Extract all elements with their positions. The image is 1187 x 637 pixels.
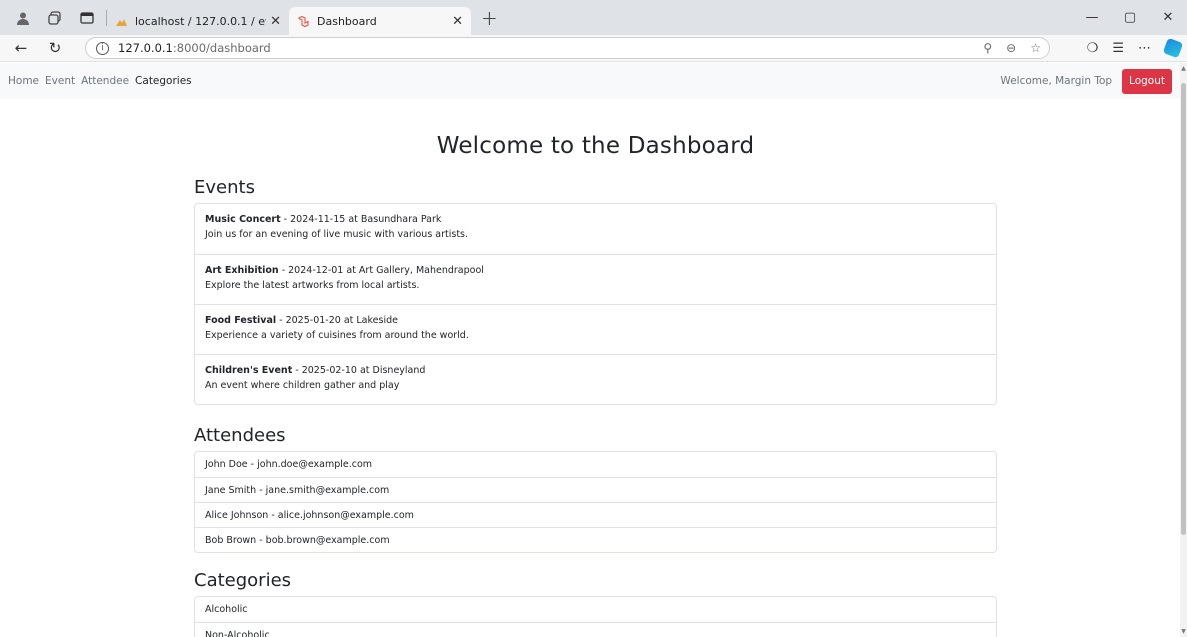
main-container: Welcome to the Dashboard Events Music Co… xyxy=(194,133,997,637)
attendees-list: John Doe - john.doe@example.com Jane Smi… xyxy=(194,451,997,553)
nav-link-attendee[interactable]: Attendee xyxy=(81,75,129,87)
event-name: Music Concert xyxy=(205,214,281,225)
tab-title: Dashboard xyxy=(317,14,377,28)
site-navbar: Home Event Attendee Categories Welcome, … xyxy=(0,63,1180,99)
attendees-heading: Attendees xyxy=(194,425,286,446)
nav-link-categories[interactable]: Categories xyxy=(135,75,192,87)
refresh-icon[interactable]: ↻ xyxy=(42,39,68,57)
window-controls: — ▢ ✕ xyxy=(1073,0,1187,35)
more-icon[interactable]: ⋯ xyxy=(1138,41,1151,56)
event-meta: - 2024-11-15 at Basundhara Park xyxy=(280,214,442,225)
list-item: Children's Event - 2025-02-10 at Disneyl… xyxy=(195,354,996,404)
list-item: Music Concert - 2024-11-15 at Basundhara… xyxy=(195,204,996,254)
close-tab-icon[interactable]: ✕ xyxy=(452,14,463,29)
events-section: Events Music Concert - 2024-11-15 at Bas… xyxy=(194,177,997,405)
profile-icon[interactable] xyxy=(14,9,32,27)
tab-dashboard[interactable]: Dashboard ✕ xyxy=(289,7,471,35)
event-meta: - 2024-12-01 at Art Gallery, Mahendrapoo… xyxy=(278,265,484,276)
minimize-icon[interactable]: — xyxy=(1073,0,1111,35)
laravel-icon xyxy=(298,15,309,27)
scroll-up-icon[interactable]: ▲ xyxy=(1180,65,1187,72)
events-heading: Events xyxy=(194,177,255,198)
favorites-icon[interactable]: ☰ xyxy=(1112,41,1124,56)
page-scrollbar[interactable]: ▲ ▼ xyxy=(1180,63,1187,637)
list-item: Food Festival - 2025-01-20 at Lakeside E… xyxy=(195,304,996,354)
welcome-text: Welcome, Margin Top xyxy=(1000,75,1113,87)
nav-link-event[interactable]: Event xyxy=(45,75,75,87)
event-description: Join us for an evening of live music wit… xyxy=(205,229,469,240)
back-icon[interactable]: ← xyxy=(8,39,34,57)
list-item: Alcoholic xyxy=(205,604,248,615)
workspaces-icon[interactable] xyxy=(46,9,64,27)
zoom-icon[interactable]: ⊖ xyxy=(1006,41,1016,55)
categories-section: Categories Alcoholic Non-Alcoholic xyxy=(194,570,997,637)
restore-icon[interactable]: ▢ xyxy=(1111,0,1149,35)
site-info-icon[interactable]: i xyxy=(96,41,109,55)
tab-title: localhost / 127.0.0.1 / event / atte xyxy=(135,14,266,28)
nav-link-home[interactable]: Home xyxy=(8,75,39,87)
list-item: Alice Johnson - alice.johnson@example.co… xyxy=(195,502,996,527)
phpmyadmin-icon xyxy=(116,18,127,26)
url-field[interactable]: i 127.0.0.1:8000/dashboard ⚲ ⊖ ☆ xyxy=(85,37,1050,59)
event-meta: - 2025-01-20 at Lakeside xyxy=(276,315,398,326)
categories-heading: Categories xyxy=(194,570,292,591)
tab-phpmyadmin[interactable]: localhost / 127.0.0.1 / event / atte ✕ xyxy=(107,7,289,35)
event-description: An event where children gather and play xyxy=(205,380,400,391)
attendees-section: Attendees John Doe - john.doe@example.co… xyxy=(194,425,997,553)
event-name: Art Exhibition xyxy=(205,265,279,276)
event-name: Children's Event xyxy=(205,365,293,376)
events-list: Music Concert - 2024-11-15 at Basundhara… xyxy=(194,203,997,405)
scrollbar-thumb[interactable] xyxy=(1181,83,1186,535)
list-item: John Doe - john.doe@example.com xyxy=(205,459,373,470)
page-viewport: Home Event Attendee Categories Welcome, … xyxy=(0,63,1180,637)
page-title: Welcome to the Dashboard xyxy=(436,133,755,159)
event-description: Explore the latest artworks from local a… xyxy=(205,280,420,291)
new-tab-button[interactable]: + xyxy=(481,6,498,30)
extensions-icon[interactable]: ❍ xyxy=(1087,41,1099,56)
vertical-tabs-icon[interactable] xyxy=(78,9,96,27)
event-name: Food Festival xyxy=(205,315,277,326)
event-meta: - 2025-02-10 at Disneyland xyxy=(292,365,426,376)
url-path: :8000/dashboard xyxy=(172,41,271,55)
close-window-icon[interactable]: ✕ xyxy=(1149,0,1187,35)
close-tab-icon[interactable]: ✕ xyxy=(270,14,281,29)
list-item: Bob Brown - bob.brown@example.com xyxy=(195,527,996,552)
address-toolbar: ← ↻ i 127.0.0.1:8000/dashboard ⚲ ⊖ ☆ ❍ ☰… xyxy=(0,35,1187,62)
key-icon[interactable]: ⚲ xyxy=(983,41,992,55)
browser-tab-bar: localhost / 127.0.0.1 / event / atte ✕ D… xyxy=(0,0,1187,35)
copilot-icon[interactable] xyxy=(1162,37,1184,59)
categories-list: Alcoholic Non-Alcoholic xyxy=(194,596,997,637)
url-host: 127.0.0.1 xyxy=(118,41,173,55)
list-item: Jane Smith - jane.smith@example.com xyxy=(195,477,996,502)
list-item: Art Exhibition - 2024-12-01 at Art Galle… xyxy=(195,254,996,304)
event-description: Experience a variety of cuisines from ar… xyxy=(205,330,469,341)
scroll-down-icon[interactable]: ▼ xyxy=(1180,628,1187,635)
logout-button[interactable]: Logout xyxy=(1122,68,1172,94)
favorite-star-icon[interactable]: ☆ xyxy=(1030,41,1041,55)
list-item: Non-Alcoholic xyxy=(195,622,996,637)
